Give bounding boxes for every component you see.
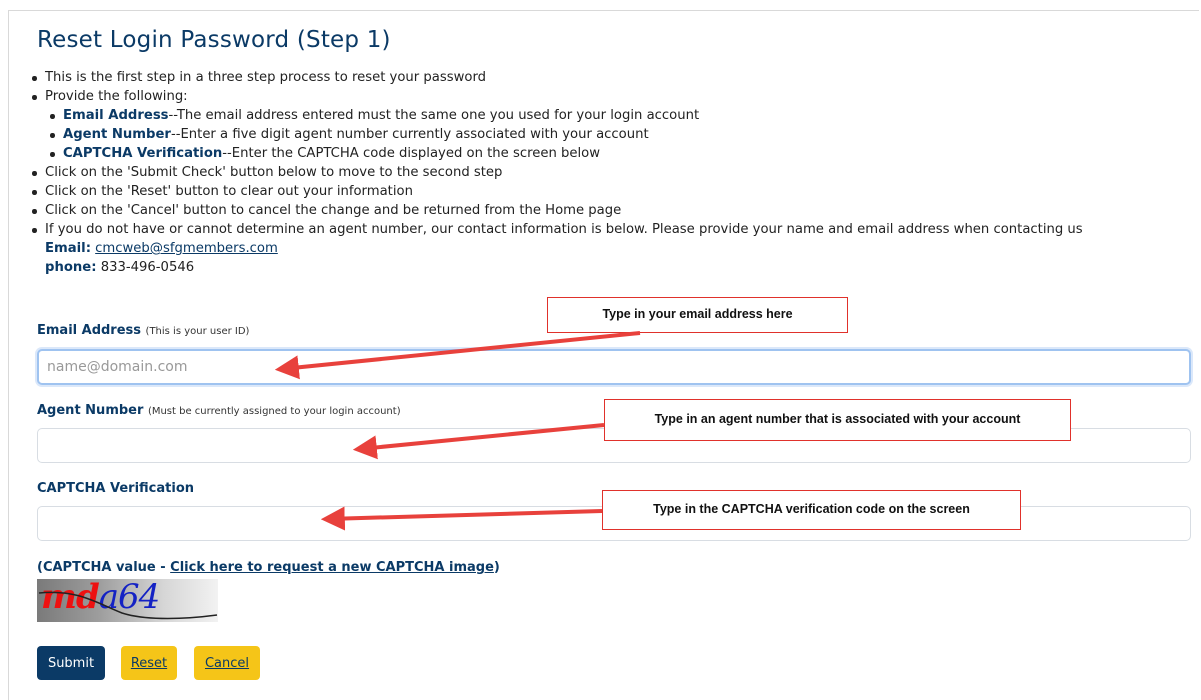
- list-item: This is the first step in a three step p…: [27, 68, 1083, 87]
- term-agent: Agent Number: [63, 127, 171, 142]
- email-input[interactable]: [37, 349, 1191, 385]
- captcha-image: mda64: [37, 579, 218, 622]
- contact-phone-label: phone:: [45, 260, 97, 275]
- agent-label-text: Agent Number: [37, 403, 144, 418]
- captcha-value-label: (CAPTCHA value - Click here to request a…: [37, 560, 500, 575]
- email-field-label: Email Address (This is your user ID): [37, 323, 249, 338]
- captcha-field-label: CAPTCHA Verification: [37, 481, 194, 496]
- captcha-noise-line: [38, 591, 218, 620]
- list-item: Agent Number--Enter a five digit agent n…: [45, 125, 1083, 144]
- cancel-button[interactable]: Cancel: [194, 646, 260, 680]
- term-email-desc: --The email address entered must the sam…: [168, 108, 700, 123]
- contact-email-label: Email:: [45, 241, 91, 256]
- page-title: Reset Login Password (Step 1): [37, 27, 391, 53]
- term-agent-desc: --Enter a five digit agent number curren…: [170, 127, 649, 142]
- new-captcha-link[interactable]: Click here to request a new CAPTCHA imag…: [170, 560, 494, 575]
- term-email: Email Address: [63, 108, 169, 123]
- list-item: Provide the following: Email Address--Th…: [27, 87, 1083, 163]
- instruction-contact: If you do not have or cannot determine a…: [45, 222, 1083, 237]
- captcha-suffix: ): [493, 560, 500, 575]
- callout-agent: Type in an agent number that is associat…: [604, 399, 1071, 441]
- instructions-list: This is the first step in a three step p…: [27, 68, 1083, 277]
- agent-label-hint: (Must be currently assigned to your logi…: [147, 406, 401, 417]
- email-label-hint: (This is your user ID): [145, 326, 250, 337]
- captcha-label-text: CAPTCHA Verification: [37, 481, 195, 496]
- contact-phone: 833-496-0546: [100, 260, 195, 275]
- instruction-submit: Click on the 'Submit Check' button below…: [45, 165, 503, 180]
- contact-email-link[interactable]: cmcweb@sfgmembers.com: [95, 241, 278, 256]
- list-item: Click on the 'Submit Check' button below…: [27, 163, 1083, 182]
- term-captcha: CAPTCHA Verification: [63, 146, 223, 161]
- list-item: CAPTCHA Verification--Enter the CAPTCHA …: [45, 144, 1083, 163]
- required-fields-list: Email Address--The email address entered…: [45, 106, 1083, 163]
- callout-email: Type in your email address here: [547, 297, 848, 333]
- list-item: Email Address--The email address entered…: [45, 106, 1083, 125]
- instruction-cancel: Click on the 'Cancel' button to cancel t…: [45, 203, 622, 218]
- reset-button[interactable]: Reset: [121, 646, 177, 680]
- submit-button[interactable]: Submit: [37, 646, 105, 680]
- email-label-text: Email Address: [37, 323, 142, 338]
- list-item: If you do not have or cannot determine a…: [27, 220, 1083, 277]
- instruction-intro: This is the first step in a three step p…: [45, 70, 487, 85]
- instruction-reset: Click on the 'Reset' button to clear out…: [45, 184, 413, 199]
- list-item: Click on the 'Reset' button to clear out…: [27, 182, 1083, 201]
- list-item: Click on the 'Cancel' button to cancel t…: [27, 201, 1083, 220]
- callout-captcha: Type in the CAPTCHA verification code on…: [602, 490, 1021, 530]
- term-captcha-desc: --Enter the CAPTCHA code displayed on th…: [222, 146, 601, 161]
- agent-field-label: Agent Number (Must be currently assigned…: [37, 403, 401, 418]
- instruction-provide: Provide the following:: [45, 89, 188, 104]
- captcha-prefix: (CAPTCHA value -: [37, 560, 171, 575]
